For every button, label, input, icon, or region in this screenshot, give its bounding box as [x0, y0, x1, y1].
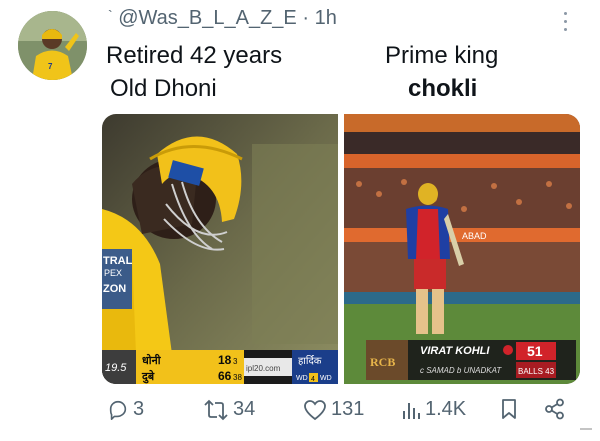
views-icon [403, 402, 420, 419]
share-icon [545, 398, 564, 420]
tweet-header: ` @Was_B_L_A_Z_E · 1h [108, 7, 337, 29]
retweet-button[interactable]: 34 [203, 398, 255, 421]
balls-label: BALLS 43 [518, 367, 555, 376]
author-handle[interactable]: @Was_B_L_A_Z_E [118, 7, 297, 29]
separator-dot: · [302, 7, 310, 29]
reply-icon [109, 400, 127, 420]
team-logo-text: RCB [370, 355, 395, 369]
sponsor-top-text: TRAL [103, 255, 133, 267]
batter-name: VIRAT KOHLI [420, 345, 490, 357]
score-over: 19.5 [105, 362, 127, 374]
caption-left-line1: Retired 42 years [106, 42, 283, 69]
extras-count: 4 [311, 376, 315, 383]
action-bar: 3 34 131 1.4K [0, 398, 600, 428]
batter1-name: धोनी [142, 353, 162, 367]
bowler-name: हार्दिक [298, 355, 322, 367]
batter1-balls: 3 [233, 357, 238, 366]
billboard-text: ABAD [462, 231, 487, 241]
site-watermark: ipl20.com [246, 364, 281, 373]
reply-button[interactable]: 3 [107, 398, 144, 421]
sponsor-bottom-text: ZON [103, 283, 126, 295]
more-icon[interactable] [561, 12, 569, 36]
batter2-runs: 66 [218, 369, 232, 383]
sponsor-mid-text: PEX [104, 268, 122, 278]
caption-right-line2: chokli [408, 75, 478, 102]
avatar[interactable]: 7 [18, 11, 87, 80]
retweet-count: 34 [233, 398, 256, 420]
extras-suffix: WD [320, 375, 332, 382]
like-button[interactable]: 131 [303, 398, 364, 421]
batter2-name: दुबे [141, 369, 155, 384]
views-count: 1.4K [425, 398, 467, 420]
batter-runs: 51 [527, 343, 543, 359]
avatar-image: 7 [18, 11, 87, 80]
retweet-icon [204, 399, 228, 420]
share-button[interactable] [544, 398, 566, 420]
reply-count: 3 [133, 398, 145, 420]
views-button[interactable]: 1.4K [401, 398, 466, 421]
scroll-indicator [580, 428, 592, 430]
batter1-runs: 18 [218, 353, 232, 367]
svg-text:7: 7 [48, 62, 53, 71]
like-icon [304, 399, 326, 420]
bookmark-button[interactable] [500, 398, 518, 420]
kohli-photo: ABAD RCB VIRAT KOHLI 51 c SAMAD b UNADKA… [344, 114, 580, 384]
media-image-left[interactable]: TRAL PEX ZON 19.5 धोनी दुबे 18 3 66 38 i… [102, 114, 338, 384]
like-count: 131 [331, 398, 365, 420]
timestamp[interactable]: 1h [315, 7, 337, 29]
extras-prefix: WD [296, 375, 308, 382]
batter2-balls: 38 [233, 373, 242, 382]
dhoni-photo: TRAL PEX ZON 19.5 धोनी दुबे 18 3 66 38 i… [102, 114, 338, 384]
bookmark-icon [502, 399, 516, 419]
caption-left-line2: Old Dhoni [110, 75, 217, 102]
media-image-right[interactable]: ABAD RCB VIRAT KOHLI 51 c SAMAD b UNADKA… [344, 114, 580, 384]
caption-right-line1: Prime king [385, 42, 499, 69]
dismissal-text: c SAMAD b UNADKAT [420, 366, 502, 375]
